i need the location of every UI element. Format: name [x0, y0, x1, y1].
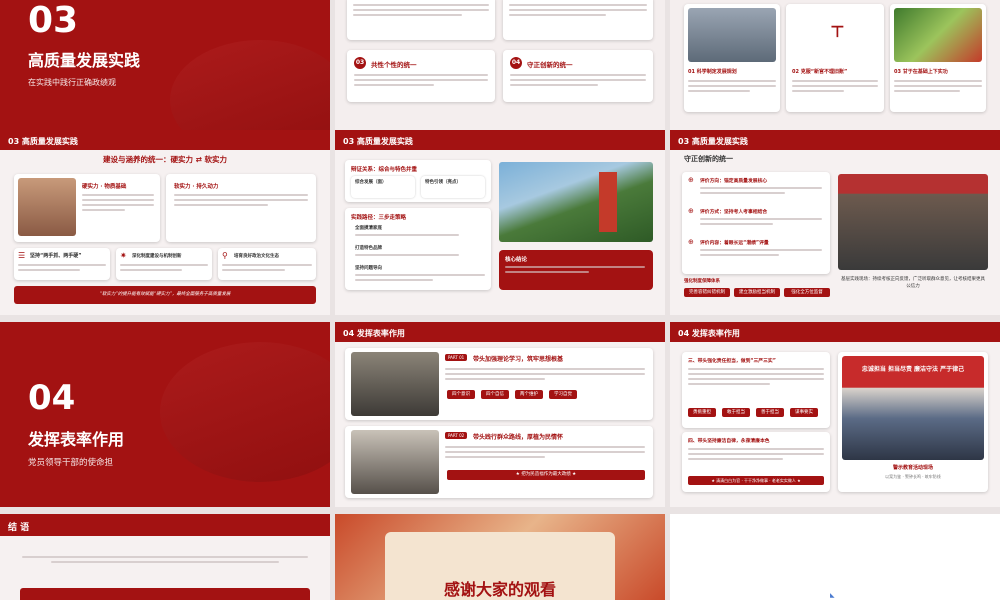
card-hard-power: 硬实力 · 物质基础 [14, 174, 160, 242]
card-soft-power: 软实力 · 持久动力 [166, 174, 316, 242]
card-theory-study: PART 01 带头加强理论学习，筑牢思想根基 四个意识 四个自信 两个维护 学… [345, 348, 653, 420]
slide-header: 03 高质量发展实践 [335, 130, 665, 150]
check-icon: ⊕ [688, 176, 694, 184]
chips-title: 强化制度保障体系 [684, 279, 720, 284]
card-title: 共性个性的统一 [371, 61, 417, 69]
card-top-right [503, 0, 653, 40]
slide-thumbnail-8[interactable]: 04 发挥表率作用 PART 01 带头加强理论学习，筑牢思想根基 四个意识 四… [335, 322, 665, 507]
user-icon: ⊕ [688, 207, 694, 215]
card-common-individual: 03 共性个性的统一 [347, 50, 495, 102]
card-top-left [347, 0, 495, 40]
section-subtitle: 在实践中践行正确政绩观 [28, 78, 116, 87]
card-groundwork: 03 甘于在基础上下实功 [890, 4, 986, 112]
building-photo [18, 178, 76, 236]
clock-icon: ⊕ [688, 238, 694, 246]
person-icon: ⊤ [830, 22, 845, 41]
card-dialectic: 辩证关系：综合与特色并重 综合发展（面） 特色引领（亮点） [345, 160, 491, 202]
building-photo [688, 8, 776, 62]
section-number: 03 [28, 0, 79, 41]
slide-thumbnail-5[interactable]: 03 高质量发展实践 辩证关系：综合与特色并重 综合发展（面） 特色引领（亮点）… [335, 130, 665, 315]
section-title: 发挥表率作用 [28, 430, 125, 449]
card-mass-line: PART 02 带头践行群众路线，厚植为民情怀 ★ 把为民造福作为最大政绩 ★ [345, 426, 653, 498]
list-icon: ☰ [18, 251, 26, 260]
location-pin-icon: ⚲ [222, 251, 228, 260]
slide-header: 04 发挥表率作用 [670, 322, 1000, 342]
card-evaluation: ⊕ 评价方向：锚定高质量发展核心 ⊕ 评价方式：坚持考人考事相结合 ⊕ 评价内容… [682, 172, 830, 274]
chip-supervision: 强化全方位监督 [784, 288, 830, 297]
slide-thumbnail-9[interactable]: 04 发挥表率作用 三、带头强化责任担当，做到“三严三实” 勇挑重担 敢于担当 … [670, 322, 1000, 507]
card-mechanism: ✷ 深化制度建设与机制创新 [116, 248, 212, 280]
greenhouse-photo [894, 8, 982, 62]
slide-thumbnail-12[interactable]: ◣ [670, 514, 1000, 600]
group-photo: 忠诚担当 担当尽责 廉洁守法 严于律己 [842, 356, 984, 460]
landmark-photo [499, 162, 653, 242]
card-integrity: 四、带头坚持廉洁自律，永葆清廉本色 ★ 清清白白为官 · 干干净净做事 · 老老… [682, 432, 830, 492]
thank-you-title: 感谢大家的观看 [443, 580, 556, 599]
summary-banner: “软实力”的提升能有效赋能“硬实力”，最终全面服务于高质量发展 [14, 286, 316, 304]
background-swoosh [160, 342, 330, 482]
core-conclusion-card: 核心结论 [499, 250, 653, 290]
slide-thumbnail-7[interactable]: 04 发挥表率作用 党员领导干部的使命担 [0, 322, 330, 507]
card-planning: 01 科学制定发展规划 [684, 4, 780, 112]
section-subtitle: 党员领导干部的使命担 [28, 458, 114, 468]
card-title: 守正创新的统一 [527, 61, 573, 69]
chip-incentive: 建立激励担当机制 [734, 288, 780, 297]
slide-heading: 守正创新的统一 [684, 155, 733, 163]
photo-banner-text: 忠诚担当 担当尽责 廉洁守法 严于律己 [861, 366, 965, 373]
visit-photo [351, 430, 439, 494]
slide-header: 结 语 [0, 514, 330, 536]
study-photo [351, 352, 439, 416]
gear-icon: ✷ [120, 251, 127, 260]
card-warning-education: 忠诚担当 担当尽责 廉洁守法 严于律己 警示教育活动现场 以案为鉴 · 警钟长鸣… [838, 352, 988, 492]
closing-banner [20, 588, 310, 600]
card-innovation: 04 守正创新的统一 [503, 50, 653, 102]
slide-thumbnail-10[interactable]: 结 语 [0, 514, 330, 600]
meeting-photo [838, 174, 988, 270]
slide-thumbnail-4[interactable]: 03 高质量发展实践 建设与涵养的统一：硬实力 ⇄ 软实力 硬实力 · 物质基础… [0, 130, 330, 315]
slide-heading: 建设与涵养的统一：硬实力 ⇄ 软实力 [102, 155, 227, 164]
slide-header: 03 高质量发展实践 [670, 130, 1000, 150]
slide-thumbnail-grid: 03 高质量发展实践 在实践中践行正确政绩观 03 共性个性的统一 04 守正创… [0, 0, 1000, 600]
section-title: 高质量发展实践 [28, 51, 141, 70]
card-responsibility: 三、带头强化责任担当，做到“三严三实” 勇挑重担 敢于担当 善于担当 谋事要实 [682, 352, 830, 428]
slide-thumbnail-6[interactable]: 03 高质量发展实践 守正创新的统一 ⊕ 评价方向：锚定高质量发展核心 ⊕ 评价… [670, 130, 1000, 315]
slide-thumbnail-11[interactable]: 感谢大家的观看 [335, 514, 665, 600]
slide-header: 03 高质量发展实践 [0, 130, 330, 150]
logo-icon: ◣ [830, 592, 835, 599]
card-two-hands: ☰ 坚持“两手抓、两手硬” [14, 248, 110, 280]
slide-header: 04 发挥表率作用 [335, 322, 665, 342]
photo-caption: 基层实践现场：持续考核正向反馈，广泛听取群众意见，让考核结果更具公信力 [841, 277, 985, 289]
welfare-button[interactable]: ★ 把为民造福作为最大政绩 ★ [447, 470, 645, 480]
section-number: 04 [28, 378, 76, 418]
chip-tolerance: 完善容错纠错机制 [684, 288, 730, 297]
card-practice-path: 实践路径：三步走策略 全面摸清家底 打造特色品牌 坚持问题导向 [345, 208, 491, 290]
card-culture: ⚲ 培育良好政治文化生态 [218, 248, 316, 280]
card-old-accounts: ⊤ 02 克服“新官不理旧账” [786, 4, 884, 112]
